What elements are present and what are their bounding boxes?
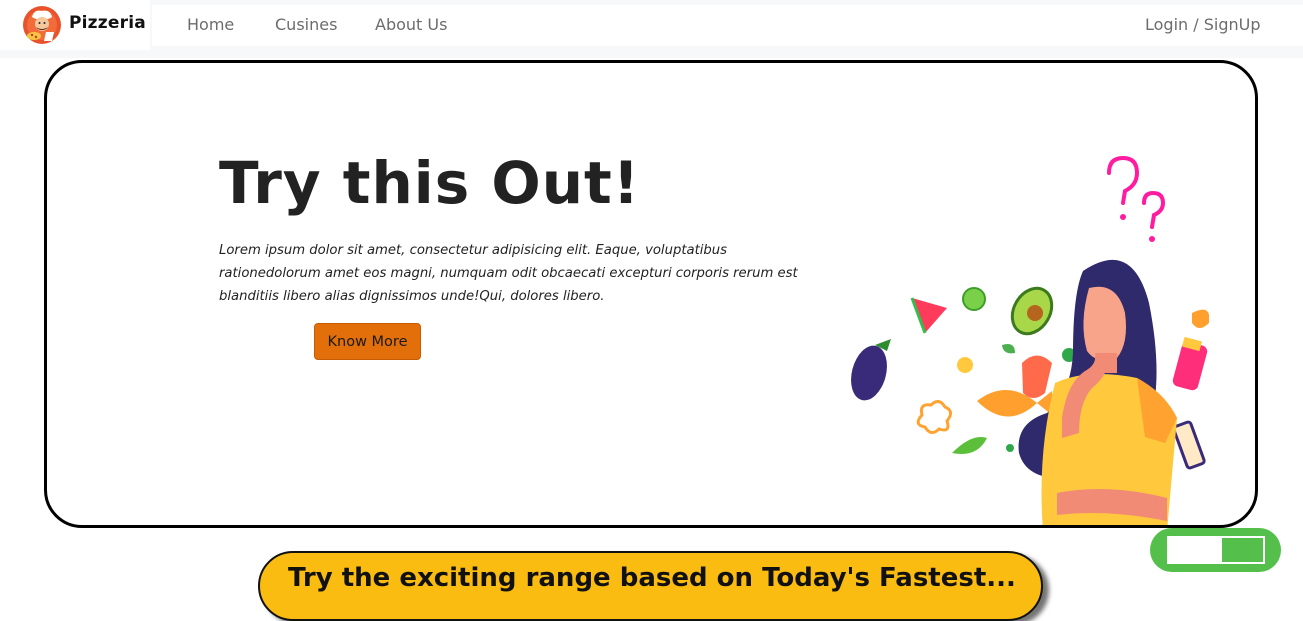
main-navbar: Home Cusines About Us Login / SignUp [152, 5, 1303, 46]
promo-banner-text: Try the exciting range based on Today's … [288, 563, 1016, 593]
nav-link-about-us[interactable]: About Us [375, 15, 447, 34]
hero-card: Try this Out! Lorem ipsum dolor sit amet… [44, 60, 1258, 528]
brand-name[interactable]: Pizzeria [69, 13, 146, 33]
nav-link-login-signup[interactable]: Login / SignUp [1145, 15, 1261, 34]
toggle-track-outline [1222, 536, 1265, 564]
nav-link-home[interactable]: Home [187, 15, 234, 34]
know-more-button[interactable]: Know More [314, 323, 421, 360]
brand[interactable]: Pizzeria [0, 0, 150, 50]
nav-link-cuisines[interactable]: Cusines [275, 15, 337, 34]
thinking-woman-food-illustration-icon [851, 155, 1209, 525]
toggle-knob [1167, 536, 1222, 564]
promo-banner: Try the exciting range based on Today's … [258, 551, 1043, 621]
hero-title: Try this Out! [219, 149, 641, 217]
theme-toggle[interactable] [1150, 528, 1281, 572]
chef-pizza-logo-icon[interactable] [22, 5, 62, 45]
hero-description: Lorem ipsum dolor sit amet, consectetur … [219, 243, 798, 304]
site-header: Pizzeria Home Cusines About Us Login / S… [0, 0, 1303, 58]
